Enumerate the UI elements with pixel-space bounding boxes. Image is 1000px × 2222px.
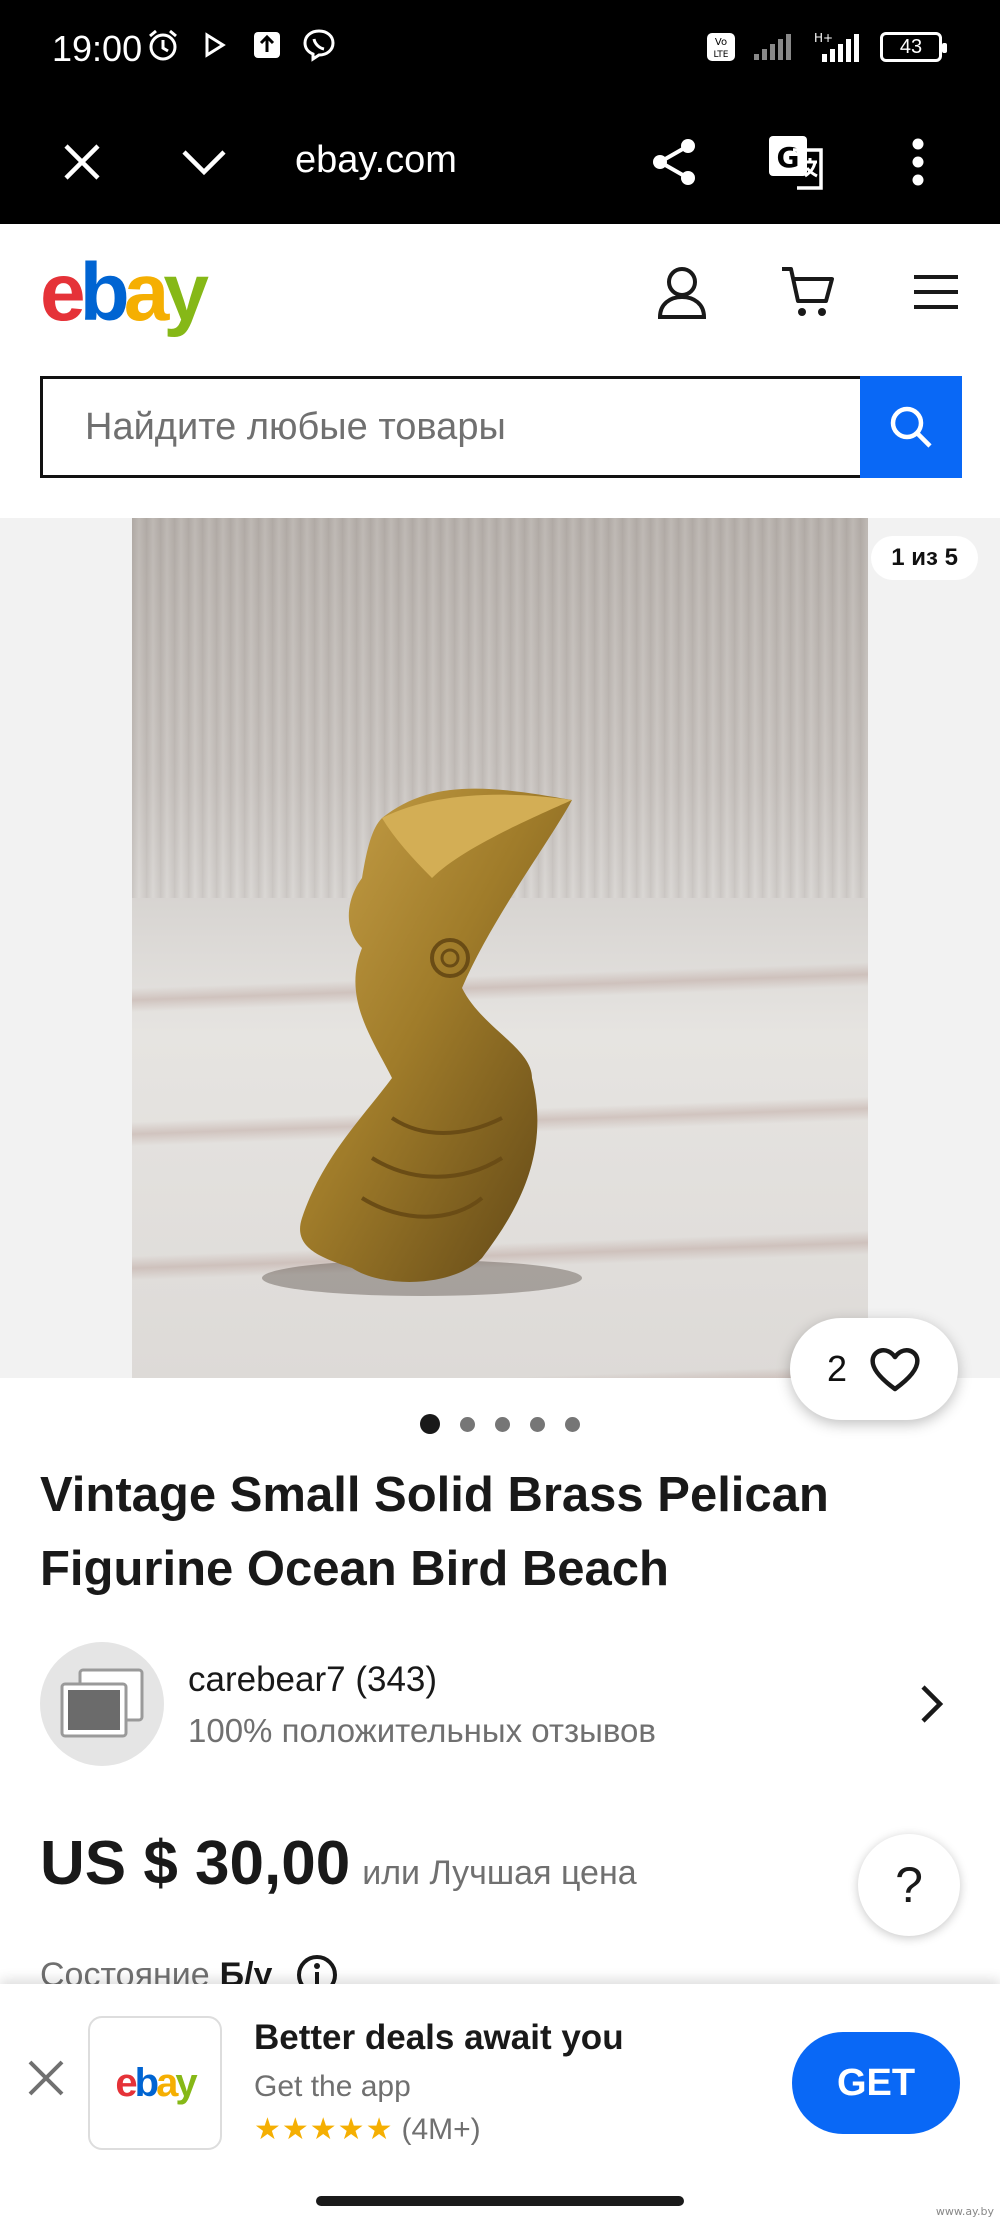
more-vert-icon[interactable]	[884, 128, 952, 196]
seller-info[interactable]: carebear7 (343) 100% положительных отзыв…	[40, 1642, 962, 1766]
cart-icon[interactable]	[776, 260, 840, 324]
photo-placeholder-icon	[60, 1668, 144, 1738]
logo-letter: y	[175, 2060, 197, 2105]
watermark: www.ay.by	[935, 2205, 994, 2218]
seller-feedback: 100% положительных отзывов	[188, 1712, 656, 1749]
price: US $ 30,00	[40, 1829, 351, 1898]
logo-letter: a	[123, 247, 170, 338]
pagination-dot[interactable]	[530, 1416, 545, 1432]
pagination-dot-active[interactable]	[420, 1414, 440, 1434]
logo-letter: e	[40, 247, 86, 338]
banner-rating: ★★★★★ (4M+)	[254, 2112, 481, 2147]
close-icon[interactable]	[48, 128, 116, 196]
site-header: ebay	[0, 224, 1000, 354]
watch-count: 2	[826, 1348, 848, 1389]
logo-letter: y	[163, 247, 209, 338]
banner-title: Better deals await you	[254, 2018, 624, 2057]
menu-icon[interactable]	[904, 260, 968, 324]
gallery-pagination	[420, 1414, 580, 1434]
battery-icon: 43	[880, 32, 947, 62]
pagination-dot[interactable]	[565, 1416, 580, 1432]
url-text[interactable]: ebay.com	[295, 130, 457, 190]
logo-letter: e	[115, 2060, 137, 2105]
signal-hplus-icon: H+	[812, 30, 866, 64]
rating-count: (4M+)	[401, 2112, 481, 2146]
status-system-icons: Vo LTE H+ 43	[704, 30, 947, 64]
seller-name[interactable]: carebear7 (343)	[188, 1660, 437, 1700]
alarm-icon	[146, 28, 180, 62]
get-app-button[interactable]: GET	[792, 2032, 960, 2134]
pagination-dot[interactable]	[460, 1416, 475, 1432]
photo-counter: 1 из 5	[871, 536, 978, 580]
heart-icon	[870, 1348, 920, 1392]
price-row: US $ 30,00 или Лучшая цена	[40, 1828, 637, 1899]
upload-icon	[250, 28, 284, 62]
star-rating-icon: ★★★★★	[254, 2113, 394, 2146]
banner-subtitle: Get the app	[254, 2070, 411, 2103]
logo-letter: a	[156, 2060, 178, 2105]
seller-avatar	[40, 1642, 164, 1766]
system-nav-bar: www.ay.by	[0, 2184, 1000, 2222]
share-icon[interactable]	[640, 128, 708, 196]
browser-toolbar: ebay.com G	[0, 100, 1000, 224]
help-button[interactable]: ?	[858, 1834, 960, 1936]
chevron-down-icon[interactable]	[170, 128, 238, 196]
svg-text:Vo: Vo	[715, 37, 727, 48]
ebay-app-logo: ebay	[88, 2016, 222, 2150]
pagination-dot[interactable]	[495, 1416, 510, 1432]
search-input[interactable]	[40, 376, 860, 478]
close-banner-icon[interactable]	[16, 2048, 76, 2108]
logo-letter: b	[134, 2060, 160, 2105]
svg-text:LTE: LTE	[714, 50, 729, 60]
ebay-logo[interactable]: ebay	[40, 246, 209, 340]
watch-button[interactable]: 2	[790, 1318, 958, 1420]
product-photo[interactable]	[132, 518, 868, 1378]
chevron-right-icon[interactable]	[904, 1674, 960, 1734]
image-gallery[interactable]: 1 из 5	[0, 518, 1000, 1378]
svg-text:G: G	[777, 141, 800, 174]
viber-icon	[302, 28, 336, 62]
app-install-banner: ebay Better deals await you Get the app …	[0, 1984, 1000, 2184]
translate-icon[interactable]: G	[762, 128, 830, 196]
signal-icon	[752, 30, 798, 64]
status-notification-icons	[146, 28, 336, 62]
svg-text:H+: H+	[814, 31, 833, 45]
pelican-figurine-image	[262, 788, 582, 1296]
volte-icon: Vo LTE	[704, 30, 738, 64]
home-gesture-handle[interactable]	[316, 2196, 684, 2206]
search-bar	[40, 376, 962, 478]
status-bar: 19:00 Vo LTE H+ 43	[0, 0, 1000, 100]
logo-letter: b	[79, 247, 130, 338]
account-icon[interactable]	[650, 260, 714, 324]
listing-title: Vintage Small Solid Brass Pelican Figuri…	[40, 1468, 829, 1596]
search-button[interactable]	[860, 376, 962, 478]
play-store-icon	[198, 28, 232, 62]
search-icon	[890, 406, 932, 448]
status-time: 19:00	[52, 28, 143, 69]
best-offer-label: или Лучшая цена	[362, 1854, 637, 1892]
